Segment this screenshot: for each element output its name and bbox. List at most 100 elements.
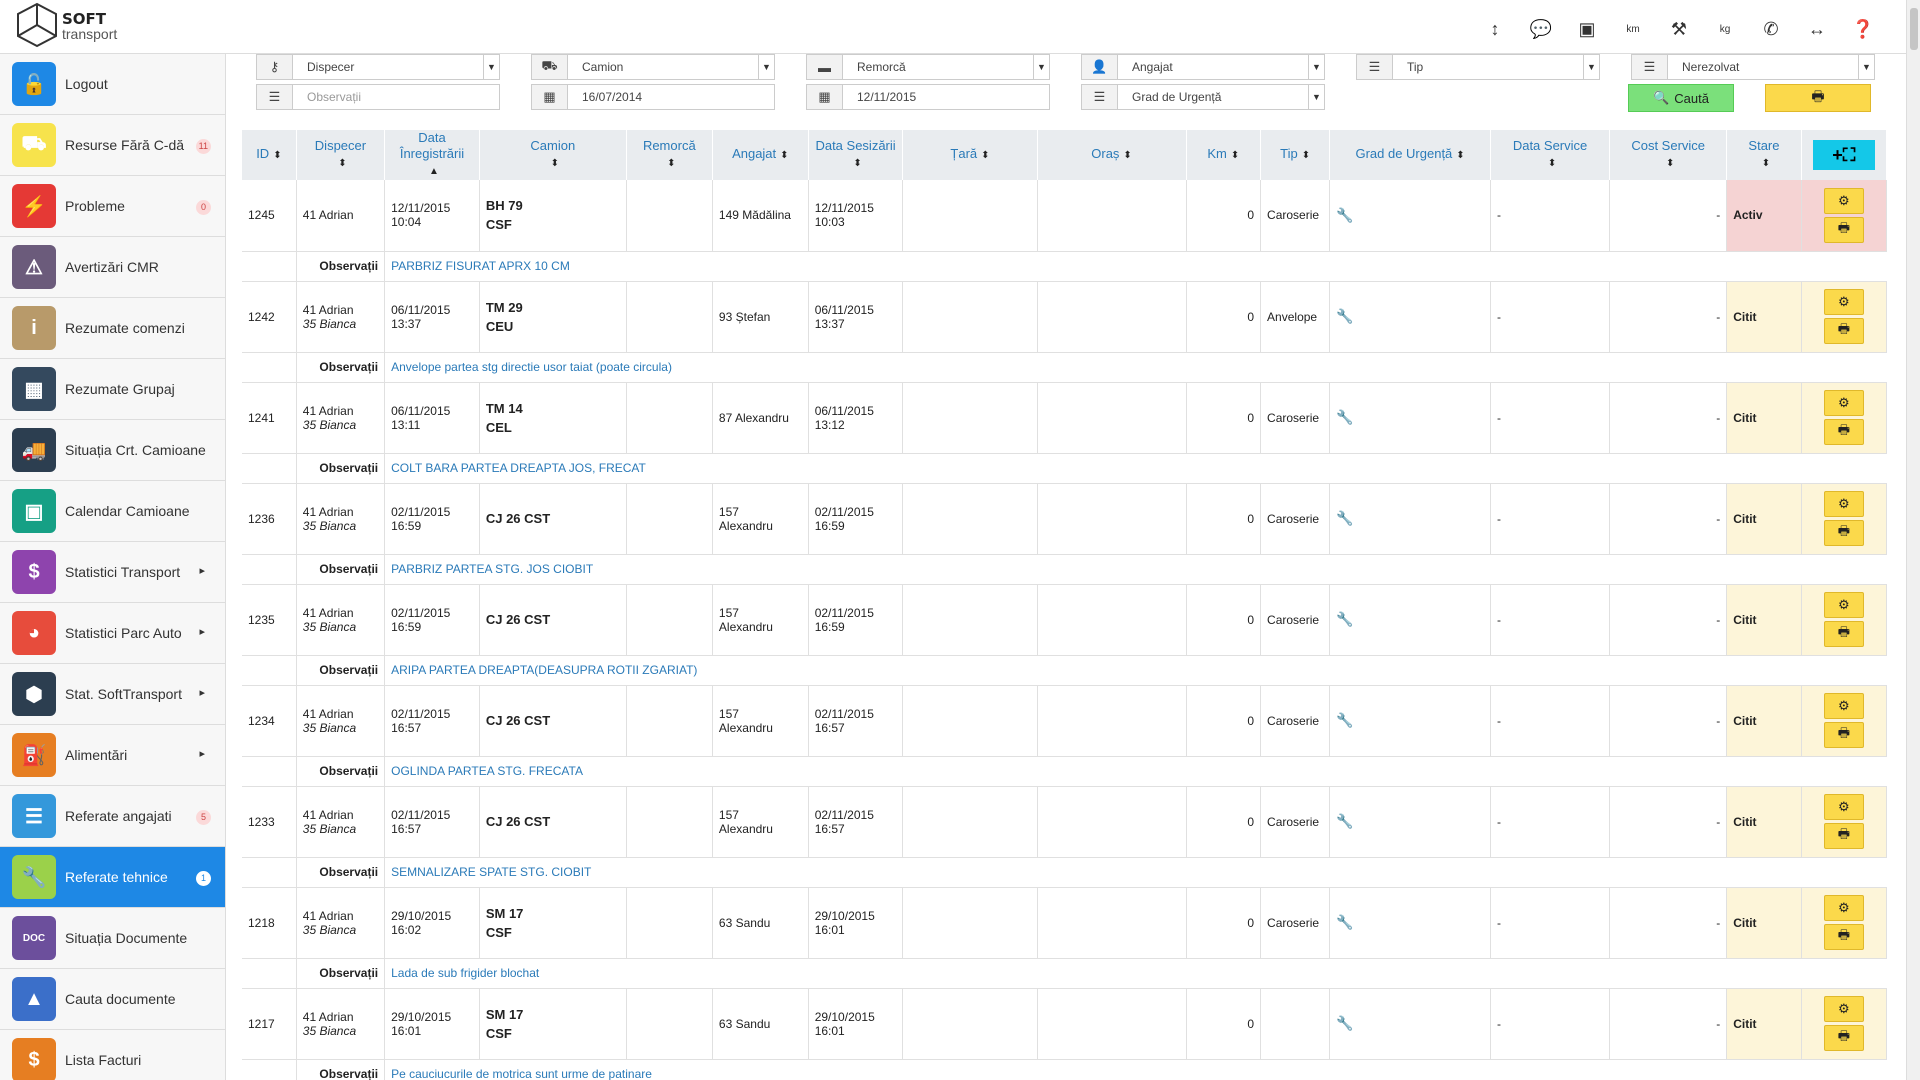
tip-select[interactable]: ☰ Tip ▼ [1356,54,1600,80]
print-row-button[interactable]: 🖶 [1823,216,1864,243]
column-header[interactable]: ID ⬍ [242,130,297,180]
table-row[interactable]: 1234 41 Adrian 35 Bianca 02/11/2015 16:57 CJ… [242,685,1887,757]
km-icon[interactable]: km [1610,16,1656,42]
print-row-button[interactable]: 🖶 [1823,1025,1864,1051]
dispecer-select[interactable]: ⚷ Dispecer ▼ [256,54,500,80]
observatii-text[interactable]: OGLINDA PARTEA STG. FRECATA [384,756,1887,787]
print-button[interactable]: 🖶 [1765,84,1871,112]
settings-button[interactable]: ⚙ [1823,491,1864,517]
column-header[interactable]: Stare ⬍ [1726,130,1802,180]
search-button[interactable]: 🔍 Caută [1628,84,1734,112]
grad-urgenta-select[interactable]: ☰ Grad de Urgență ▼ [1081,84,1325,110]
settings-button[interactable]: ⚙ [1823,592,1864,618]
settings-button[interactable]: ⚙ [1823,187,1864,214]
settings-button[interactable]: ⚙ [1823,390,1864,416]
observatii-text[interactable]: PARBRIZ FISURAT APRX 10 CM [384,251,1887,282]
logo[interactable]: SOFT transport [14,2,134,48]
chat-icon[interactable]: 💬 [1518,16,1564,42]
settings-button[interactable]: ⚙ [1823,895,1864,921]
sidebar-item-logout[interactable]: 🔓 Logout [0,54,225,115]
sidebar-item-chart-bars[interactable]: $ Statistici Transport ▸ [0,542,225,603]
sort-asc-icon[interactable]: ▲ [429,164,439,180]
sidebar-item-grid[interactable]: ▦ Rezumate Grupaj [0,359,225,420]
table-row[interactable]: 1245 41 Adrian 12/11/2015 10:04 BH 79 CSF 149… [242,180,1887,252]
table-row[interactable]: 1218 41 Adrian 35 Bianca 29/10/2015 16:02 SM… [242,887,1887,959]
column-header[interactable]: Remorcă ⬍ [626,130,713,180]
sidebar-item-drive[interactable]: ▲ Cauta documente [0,969,225,1030]
column-header[interactable]: Data Înregistrării ▲ [384,130,480,180]
print-row-button[interactable]: 🖶 [1823,621,1864,647]
sort-icon[interactable]: ⬍ [1666,156,1674,172]
date-from-input[interactable]: ▦ 16/07/2014 [531,84,775,110]
sort-icon[interactable]: ⬍ [1456,148,1464,164]
column-header[interactable]: Țară ⬍ [902,130,1038,180]
column-header[interactable]: Cost Service ⬍ [1609,130,1728,180]
column-header[interactable]: Tip ⬍ [1260,130,1331,180]
sidebar-item-resources[interactable]: ⛟ Resurse Fără C-dă 11 [0,115,225,176]
column-header[interactable]: Oraș ⬍ [1037,130,1187,180]
table-row[interactable]: 1233 41 Adrian 35 Bianca 02/11/2015 16:57 CJ… [242,786,1887,858]
print-row-button[interactable]: 🖶 [1823,823,1864,849]
sort-icon[interactable]: ⬍ [1548,156,1556,172]
table-row[interactable]: 1236 41 Adrian 35 Bianca 02/11/2015 16:59 CJ… [242,483,1887,555]
sort-icon[interactable]: ⬍ [780,148,788,164]
print-row-button[interactable]: 🖶 [1823,318,1864,344]
resize-horizontal-icon[interactable]: ↔ [1794,16,1840,42]
print-row-button[interactable]: 🖶 [1823,924,1864,950]
column-header[interactable]: Grad de Urgență ⬍ [1329,130,1491,180]
observatii-text[interactable]: Pe cauciucurile de motrica sunt urme de … [384,1059,1887,1080]
column-header[interactable]: Data Service ⬍ [1490,130,1611,180]
column-header[interactable]: Angajat ⬍ [712,130,809,180]
sidebar-item-problems[interactable]: ⚡ Probleme 0 [0,176,225,237]
settings-button[interactable]: ⚙ [1823,289,1864,315]
print-row-button[interactable]: 🖶 [1823,419,1864,445]
page-scrollbar[interactable] [1906,0,1920,1080]
sidebar-item-doc[interactable]: DOC Situația Documente [0,908,225,969]
sort-icon[interactable]: ⬍ [1302,148,1310,164]
sidebar-item-info-diamond[interactable]: i Rezumate comenzi [0,298,225,359]
sidebar-item-warning[interactable]: ⚠ Avertizări CMR [0,237,225,298]
observatii-text[interactable]: Anvelope partea stg directie usor taiat … [384,352,1887,383]
sidebar-item-fuel[interactable]: ⛽ Alimentări ▸ [0,725,225,786]
resize-vertical-icon[interactable]: ↕ [1472,16,1518,42]
table-row[interactable]: 1235 41 Adrian 35 Bianca 02/11/2015 16:59 CJ… [242,584,1887,656]
tools-icon[interactable]: ⚒ [1656,16,1702,42]
observatii-text[interactable]: COLT BARA PARTEA DREAPTA JOS, FRECAT [384,453,1887,484]
table-row[interactable]: 1217 41 Adrian 35 Bianca 29/10/2015 16:01 SM… [242,988,1887,1060]
table-row[interactable]: 1241 41 Adrian 35 Bianca 06/11/2015 13:11 TM… [242,382,1887,454]
observatii-input[interactable]: ☰ Observații [256,84,500,110]
column-header[interactable]: Dispecer ⬍ [296,130,386,180]
sort-icon[interactable]: ⬍ [1123,148,1131,164]
sidebar-item-calendar[interactable]: ▣ Calendar Camioane [0,481,225,542]
stare-select[interactable]: ☰ Nerezolvat ▼ [1631,54,1875,80]
remorca-select[interactable]: ▬ Remorcă ▼ [806,54,1050,80]
sidebar-item-truck[interactable]: 🚚 Situația Crt. Camioane [0,420,225,481]
column-header[interactable]: Data Sesizării ⬍ [808,130,904,180]
settings-button[interactable]: ⚙ [1823,996,1864,1022]
column-header[interactable]: Km ⬍ [1186,130,1262,180]
add-referat-button[interactable]: +⛶ [1812,140,1875,170]
settings-button[interactable]: ⚙ [1823,693,1864,719]
angajat-select[interactable]: 👤 Angajat ▼ [1081,54,1325,80]
sort-icon[interactable]: ⬍ [1762,156,1770,172]
sidebar-item-hexagon[interactable]: ⬢ Stat. SoftTransport ▸ [0,664,225,725]
column-header[interactable]: Camion ⬍ [479,130,627,180]
sidebar-item-pie-chart[interactable]: ◕ Statistici Parc Auto ▸ [0,603,225,664]
observatii-text[interactable]: PARBRIZ PARTEA STG. JOS CIOBIT [384,554,1887,585]
help-icon[interactable]: ❓ [1840,16,1886,42]
sort-icon[interactable]: ⬍ [273,148,281,164]
phone-icon[interactable]: ✆ [1748,16,1794,42]
weight-kg-icon[interactable]: kg [1702,16,1748,42]
sort-icon[interactable]: ⬍ [853,156,861,172]
date-to-input[interactable]: ▦ 12/11/2015 [806,84,1050,110]
observatii-text[interactable]: ARIPA PARTEA DREAPTA(DEASUPRA ROTII ZGAR… [384,655,1887,686]
print-row-button[interactable]: 🖶 [1823,520,1864,546]
sidebar-item-wrench[interactable]: 🔧 Referate tehnice 1 [0,847,225,908]
sort-icon[interactable]: ⬍ [1231,148,1239,164]
sort-icon[interactable]: ⬍ [981,148,989,164]
sort-icon[interactable]: ⬍ [338,156,346,172]
sidebar-item-document-list[interactable]: ☰ Referate angajati 5 [0,786,225,847]
sort-icon[interactable]: ⬍ [667,156,675,172]
print-row-button[interactable]: 🖶 [1823,722,1864,748]
sort-icon[interactable]: ⬍ [551,156,559,172]
